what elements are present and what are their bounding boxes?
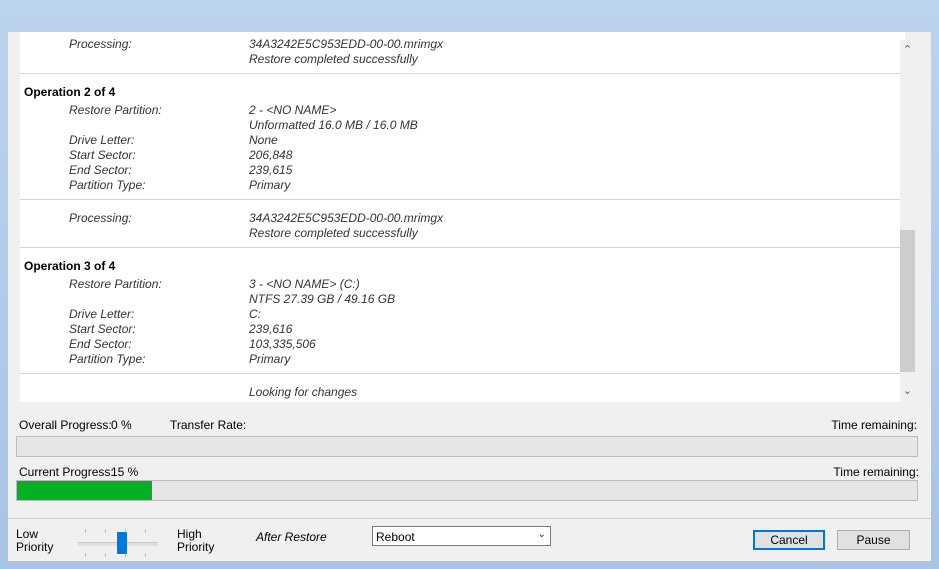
- field-value: NTFS 27.39 GB / 49.16 GB: [249, 292, 396, 306]
- slider-tick: [85, 553, 86, 557]
- separator: [20, 73, 900, 74]
- field-label: Partition Type:: [69, 178, 146, 192]
- field-value: 103,335,506: [249, 337, 316, 351]
- processing-file: 34A3242E5C953EDD-00-00.mrimgx: [249, 211, 444, 225]
- overall-progress-value: 0 %: [111, 418, 132, 432]
- transfer-rate-label: Transfer Rate:: [170, 418, 247, 432]
- processing-status: Restore completed successfully: [249, 52, 418, 66]
- low-priority-label-1: Low: [16, 527, 39, 541]
- field-value: 239,616: [249, 322, 293, 336]
- separator: [20, 199, 900, 200]
- field-value: Unformatted 16.0 MB / 16.0 MB: [249, 118, 418, 132]
- high-priority-label-1: High: [177, 527, 202, 541]
- title-bar[interactable]: [0, 0, 939, 32]
- slider-thumb[interactable]: [117, 532, 127, 554]
- operation-heading: Operation 3 of 4: [24, 259, 116, 273]
- log-scrollbar[interactable]: ⌃ ⌄: [900, 40, 915, 402]
- current-time-remaining-label: Time remaining:: [833, 465, 919, 479]
- processing-status: Restore completed successfully: [249, 226, 418, 240]
- field-label: Drive Letter:: [69, 133, 135, 147]
- low-priority-label-2: Priority: [16, 540, 54, 554]
- restore-progress-window: Processing: 34A3242E5C953EDD-00-00.mrimg…: [8, 32, 931, 561]
- operation-status: Looking for changes: [249, 385, 358, 399]
- field-value: 239,615: [249, 163, 293, 177]
- after-restore-value: Reboot: [376, 530, 415, 544]
- priority-slider[interactable]: [78, 529, 158, 557]
- overall-progress-bar: [16, 436, 918, 457]
- field-value: Primary: [249, 178, 291, 192]
- field-label: Start Sector:: [69, 322, 136, 336]
- current-progress-value: 15 %: [111, 465, 139, 479]
- separator: [20, 247, 900, 248]
- field-label: Drive Letter:: [69, 307, 135, 321]
- high-priority-label-2: Priority: [177, 540, 215, 554]
- operation-heading: Operation 2 of 4: [24, 85, 116, 99]
- scroll-down-icon[interactable]: ⌄: [900, 383, 915, 400]
- slider-tick: [85, 529, 86, 533]
- processing-file: 34A3242E5C953EDD-00-00.mrimgx: [249, 37, 444, 51]
- pause-button[interactable]: Pause: [837, 530, 910, 550]
- processing-label: Processing:: [69, 211, 132, 225]
- current-progress-label: Current Progress:: [19, 465, 114, 479]
- scroll-up-icon[interactable]: ⌃: [900, 42, 915, 59]
- field-label: Restore Partition:: [69, 277, 162, 291]
- field-value: 206,848: [249, 148, 293, 162]
- field-value: 2 - <NO NAME>: [249, 103, 337, 117]
- processing-label: Processing:: [69, 37, 132, 51]
- overall-progress-label: Overall Progress:: [19, 418, 112, 432]
- current-progress-bar: [16, 480, 918, 501]
- after-restore-label: After Restore: [256, 530, 327, 544]
- field-value: 3 - <NO NAME> (C:): [249, 277, 360, 291]
- slider-tick: [145, 553, 146, 557]
- slider-tick: [105, 553, 106, 557]
- field-label: Restore Partition:: [69, 103, 162, 117]
- cancel-button[interactable]: Cancel: [753, 530, 825, 550]
- field-value: None: [249, 133, 278, 147]
- scroll-thumb[interactable]: [900, 230, 915, 372]
- field-label: Partition Type:: [69, 352, 146, 366]
- slider-tick: [105, 529, 106, 533]
- footer-divider: [8, 518, 931, 519]
- current-progress-fill: [17, 481, 152, 500]
- field-value: Primary: [249, 352, 291, 366]
- after-restore-select[interactable]: Reboot ⌄: [372, 526, 551, 546]
- field-label: End Sector:: [69, 163, 132, 177]
- field-label: End Sector:: [69, 337, 132, 351]
- field-label: Start Sector:: [69, 148, 136, 162]
- time-remaining-label: Time remaining:: [831, 418, 917, 432]
- field-value: C:: [249, 307, 261, 321]
- operation-log: Processing: 34A3242E5C953EDD-00-00.mrimg…: [20, 32, 905, 402]
- chevron-down-icon: ⌄: [537, 529, 546, 540]
- separator: [20, 373, 900, 374]
- slider-tick: [145, 529, 146, 533]
